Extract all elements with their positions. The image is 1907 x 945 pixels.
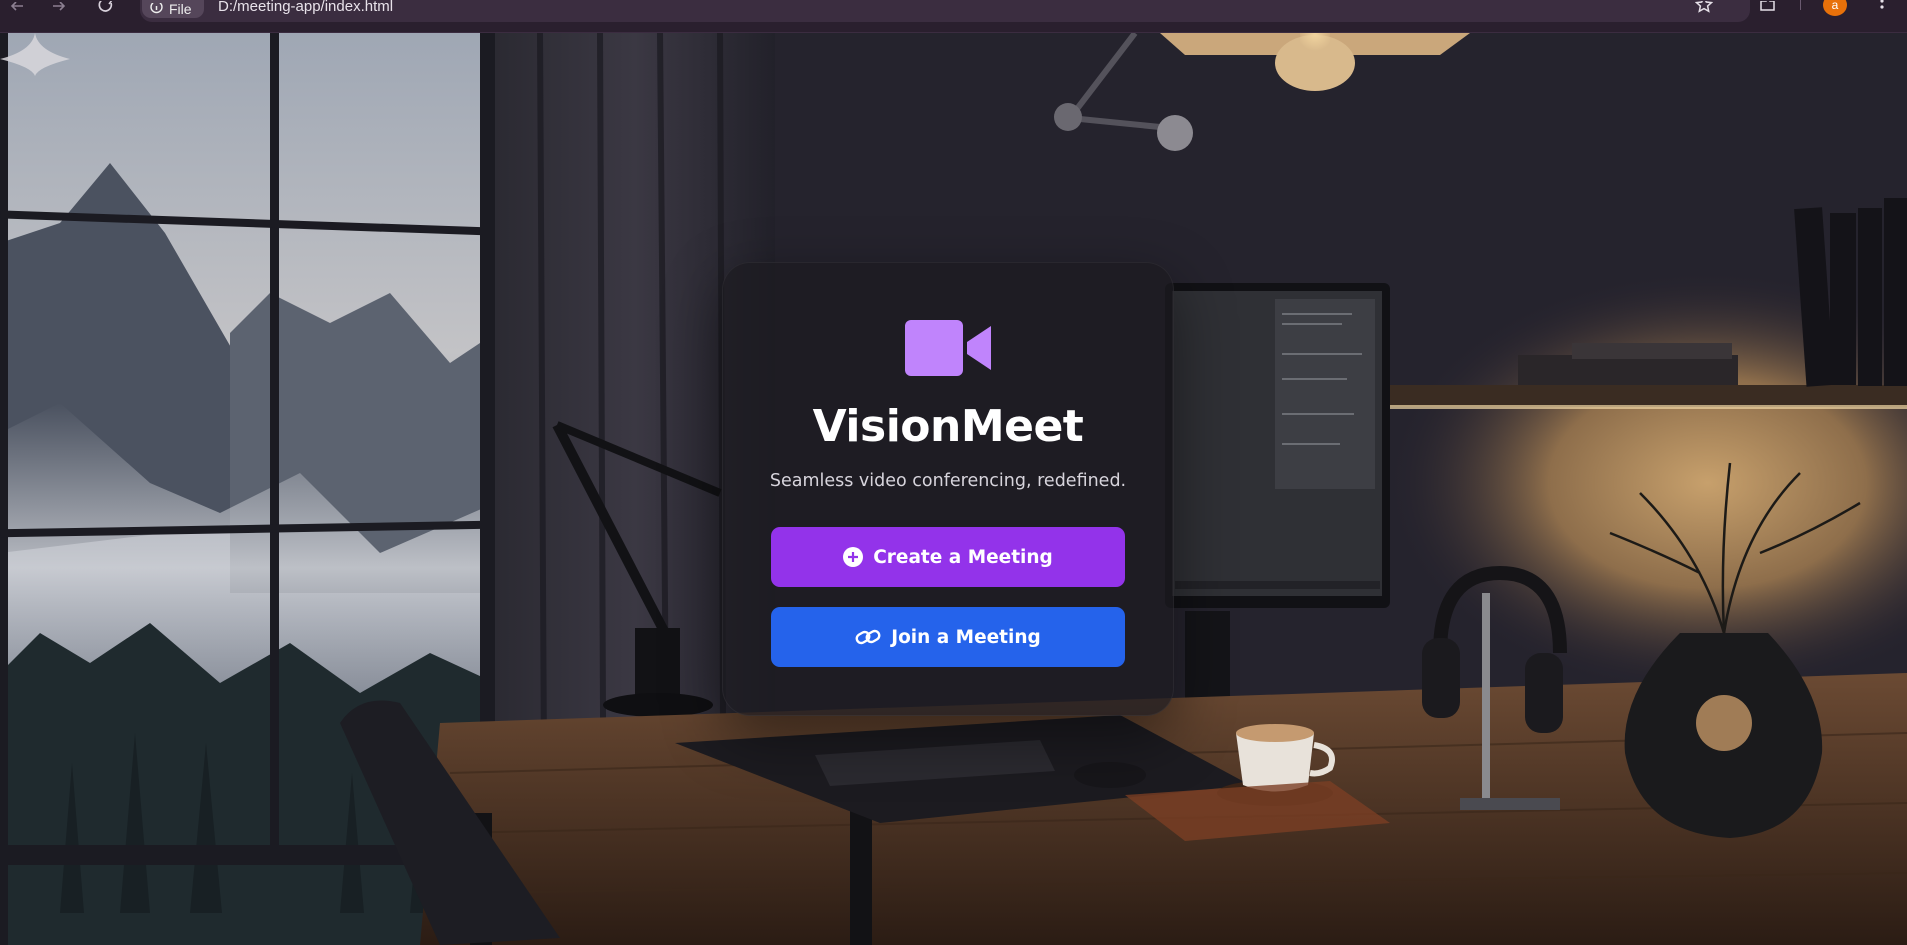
browser-toolbar: File D:/meeting-app/index.html a — [0, 0, 1907, 33]
url-text[interactable]: D:/meeting-app/index.html — [218, 0, 393, 14]
extensions-button[interactable] — [1756, 0, 1780, 14]
sparkle-icon — [0, 33, 70, 76]
app-tagline: Seamless video conferencing, redefined. — [769, 471, 1127, 491]
forward-button[interactable] — [46, 0, 72, 14]
join-meeting-button[interactable]: Join a Meeting — [771, 607, 1125, 667]
info-icon — [150, 3, 163, 14]
video-camera-icon — [905, 320, 991, 376]
reload-button[interactable] — [93, 0, 119, 14]
link-icon — [855, 627, 881, 647]
toolbar-separator — [1800, 0, 1801, 10]
forward-arrow-icon — [53, 2, 66, 11]
profile-avatar[interactable]: a — [1823, 0, 1847, 16]
welcome-card: VisionMeet Seamless video conferencing, … — [722, 262, 1174, 716]
create-meeting-button[interactable]: Create a Meeting — [771, 527, 1125, 587]
site-info-chip[interactable]: File — [142, 0, 204, 18]
menu-dots-icon — [1880, 0, 1884, 9]
bookmark-star-button[interactable] — [1693, 0, 1715, 14]
extensions-icon — [1760, 1, 1775, 11]
back-button[interactable] — [4, 0, 30, 14]
browser-menu-button[interactable] — [1872, 0, 1892, 14]
back-arrow-icon — [10, 2, 23, 11]
star-icon — [1695, 1, 1713, 13]
plus-circle-icon — [843, 547, 864, 567]
join-meeting-label: Join a Meeting — [891, 626, 1041, 648]
create-meeting-label: Create a Meeting — [873, 546, 1053, 568]
address-bar[interactable]: File D:/meeting-app/index.html — [140, 0, 1750, 22]
reload-icon — [98, 1, 113, 12]
site-chip-label: File — [169, 1, 192, 17]
app-title: VisionMeet — [812, 401, 1084, 452]
